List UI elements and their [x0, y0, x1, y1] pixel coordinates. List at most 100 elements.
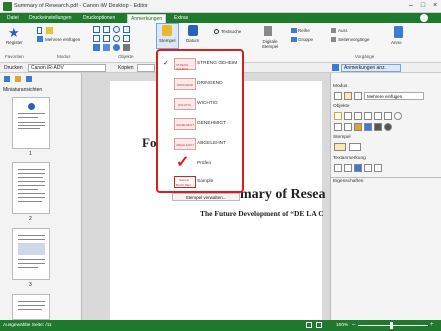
datum-button[interactable]: Datum: [186, 38, 199, 43]
minimize-button[interactable]: –: [405, 2, 417, 11]
panel-textbox2-icon[interactable]: [344, 112, 352, 120]
star-icon[interactable]: ★: [8, 26, 22, 39]
gruppe-button[interactable]: Gruppe: [298, 37, 313, 42]
line-icon[interactable]: [123, 26, 130, 33]
fill-icon[interactable]: [123, 44, 130, 51]
panel-polygon-icon[interactable]: [344, 123, 352, 131]
zoom-in-button[interactable]: +: [430, 322, 434, 328]
copies-input[interactable]: [137, 64, 155, 72]
stamp-item-pruefen[interactable]: ✓ Prüfen: [161, 154, 241, 174]
panel-freehand-icon[interactable]: [334, 123, 342, 131]
group-label-modus: Modus: [57, 54, 71, 59]
panel-mehrere-einfuegen-button[interactable]: Mehrere einfügen: [364, 92, 424, 100]
insert-icon[interactable]: [37, 36, 43, 42]
hand-icon[interactable]: [46, 27, 53, 34]
tab-datei[interactable]: Datei: [4, 14, 22, 23]
panel-stamp-icon[interactable]: [334, 143, 346, 151]
tab-druckeinstellungen[interactable]: Druckeinstellungen: [26, 14, 75, 23]
polygon-icon[interactable]: [103, 35, 110, 42]
stamp-item-streng-geheim[interactable]: ✓ STRENG GEHEIM STRENG GEHEIM: [161, 54, 241, 74]
panel-pen-icon[interactable]: [354, 112, 362, 120]
panel-underline-icon[interactable]: [354, 164, 362, 172]
filled-rect-icon[interactable]: [103, 44, 110, 51]
panel-strike-icon[interactable]: [364, 164, 372, 172]
seitenvorgaenge-button[interactable]: Seitenvorgänge: [338, 37, 370, 42]
arrow-icon[interactable]: [123, 35, 130, 42]
zoom-slider-thumb[interactable]: [390, 322, 393, 329]
help-icon[interactable]: [420, 14, 428, 22]
drucken-label: Drucken: [4, 65, 23, 71]
close-button[interactable]: ×: [429, 2, 441, 11]
digital-stamp-icon[interactable]: [264, 26, 272, 36]
comments-icon[interactable]: [15, 76, 21, 82]
search-icon[interactable]: [214, 29, 219, 34]
mehrere-einfuegen-button[interactable]: Mehrere einfügen: [45, 37, 80, 42]
stempel-button[interactable]: Stempel: [159, 38, 176, 43]
panel-hand-icon[interactable]: [344, 92, 352, 100]
zoom-slider[interactable]: [358, 325, 428, 326]
panel-circle-icon[interactable]: [394, 112, 402, 120]
panel-line-icon[interactable]: [364, 112, 372, 120]
register-button[interactable]: Register: [6, 40, 23, 45]
page-number-1: 1: [29, 151, 32, 157]
page-thumbnail-1[interactable]: [12, 97, 50, 149]
stamp-item-genehmigt[interactable]: GENEHMIGT GENEHMIGT: [161, 114, 241, 134]
order-icon[interactable]: [291, 28, 297, 33]
panel-fill-circle-icon[interactable]: [384, 123, 392, 131]
panel-select-icon[interactable]: [334, 92, 342, 100]
printer-select[interactable]: Canon iR-ADV: [28, 64, 106, 72]
circle-icon[interactable]: [113, 35, 120, 42]
maximize-button[interactable]: □: [417, 2, 429, 11]
digitale-stempel-button[interactable]: Digitale Stempel: [258, 39, 282, 49]
group-icon[interactable]: [291, 37, 297, 42]
panel-fill-square-icon[interactable]: [374, 123, 382, 131]
panel-curve-icon[interactable]: [374, 112, 382, 120]
textsuche-button[interactable]: Textsuche: [221, 29, 241, 34]
stamp-icon[interactable]: [162, 25, 172, 36]
pages-icon[interactable]: [4, 76, 10, 82]
page-thumbnail-4[interactable]: [12, 294, 50, 320]
panel-textbox-icon[interactable]: [334, 112, 342, 120]
anmerkungen-anz-toggle[interactable]: Anmerkungen anz.: [341, 64, 401, 72]
reihe-button[interactable]: Reihe: [298, 28, 310, 33]
date-stamp-icon[interactable]: [188, 25, 198, 36]
stamp-item-wichtig[interactable]: WICHTIG WICHTIG: [161, 94, 241, 114]
zoom-level[interactable]: 100%: [336, 323, 348, 328]
tab-extras[interactable]: Extras: [171, 14, 191, 23]
page-thumbnail-2[interactable]: [12, 162, 50, 214]
tab-anmerkungen[interactable]: Anmerkungen: [127, 14, 167, 23]
stamp-item-dringend[interactable]: DRINGEND DRINGEND: [161, 74, 241, 94]
panel-note-icon[interactable]: [334, 164, 342, 172]
show-annotations-icon[interactable]: [332, 64, 339, 71]
bookmarks-icon[interactable]: [26, 76, 32, 82]
stamp-item-abgelehnt[interactable]: ABGELEHNT ABGELEHNT: [161, 134, 241, 154]
panel-insert-icon[interactable]: [354, 92, 362, 100]
rectangle-icon[interactable]: [103, 26, 110, 33]
panel-highlighter-icon[interactable]: [354, 123, 362, 131]
group-label-vorgaenge: Vorgänge: [355, 54, 375, 59]
stempel-verwalten-button[interactable]: Stempel verwalten...: [172, 193, 240, 201]
panel-rect-icon[interactable]: [384, 112, 392, 120]
panel-highlight-icon[interactable]: [344, 164, 352, 172]
panel-date-stamp-icon[interactable]: [349, 143, 361, 151]
text-box-icon[interactable]: [93, 26, 100, 33]
page-ops-icon[interactable]: [331, 37, 336, 42]
zoom-out-button[interactable]: –: [352, 322, 355, 328]
ausr-button[interactable]: Ausr.: [338, 28, 348, 33]
align-icon[interactable]: [331, 28, 336, 33]
annotation-icon[interactable]: [394, 26, 403, 38]
marker-icon[interactable]: [93, 44, 100, 51]
anno-button[interactable]: Anno: [391, 40, 402, 45]
stamp-item-sample[interactable]: Sample BACK.REC Sample: [161, 172, 241, 192]
panel-comment-icon[interactable]: [374, 164, 382, 172]
page-thumbnail-3[interactable]: [12, 228, 50, 280]
filled-circle-icon[interactable]: [113, 44, 120, 51]
panel-fill-rect-icon[interactable]: [364, 123, 372, 131]
group-label-objekte: Objekte: [118, 54, 134, 59]
pen-icon[interactable]: [93, 35, 100, 42]
ellipse-icon[interactable]: [113, 26, 120, 33]
select-arrow-icon[interactable]: [37, 27, 42, 34]
two-page-view-icon[interactable]: [316, 322, 322, 328]
tab-druckoptionen[interactable]: Druckoptionen: [80, 14, 118, 23]
single-page-view-icon[interactable]: [306, 322, 312, 328]
